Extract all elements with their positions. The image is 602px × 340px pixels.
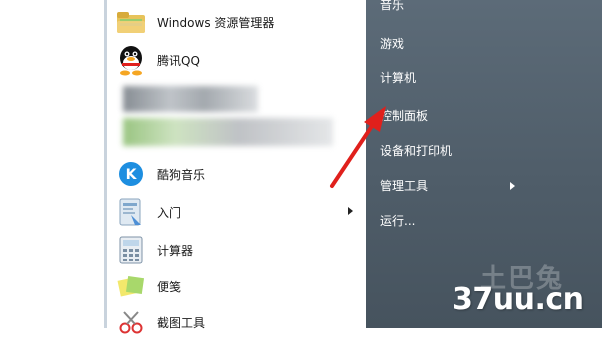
program-getting-started[interactable]: 入门 [115,194,365,230]
program-label: 便笺 [157,279,182,294]
annotation-arrow-icon [330,106,386,188]
program-label: Windows 资源管理器 [157,15,275,30]
getting-started-icon [115,196,147,228]
program-label: 入门 [157,205,182,220]
watermark-text: 37uu.cn [452,282,584,317]
menu-item-music[interactable]: 音乐 [380,0,404,13]
menu-item-admin-tools[interactable]: 管理工具 [380,177,520,194]
menu-item-games[interactable]: 游戏 [380,35,404,52]
snipping-tool-icon [115,306,147,338]
qq-penguin-icon [115,44,147,76]
submenu-arrow-icon [510,182,515,190]
calculator-icon [115,234,147,266]
sticky-notes-icon [115,270,147,302]
program-label: 酷狗音乐 [157,167,206,182]
kugou-icon: K [115,158,147,190]
svg-text:K: K [126,167,138,183]
program-snipping-tool[interactable]: 截图工具 [115,304,365,340]
program-label: 腾讯QQ [157,53,200,68]
program-windows-explorer[interactable]: Windows 资源管理器 [115,4,365,40]
program-qq[interactable]: 腾讯QQ [115,42,365,78]
program-sticky-notes[interactable]: 便笺 [115,268,365,304]
explorer-folder-icon [115,6,147,38]
program-label: 计算器 [157,243,194,258]
menu-item-run[interactable]: 运行... [380,212,415,229]
blurred-program-entry[interactable] [123,86,258,112]
blurred-program-entry[interactable] [123,118,333,146]
menu-item-computer[interactable]: 计算机 [380,69,416,86]
submenu-arrow-icon [348,207,353,215]
program-calculator[interactable]: 计算器 [115,232,365,268]
